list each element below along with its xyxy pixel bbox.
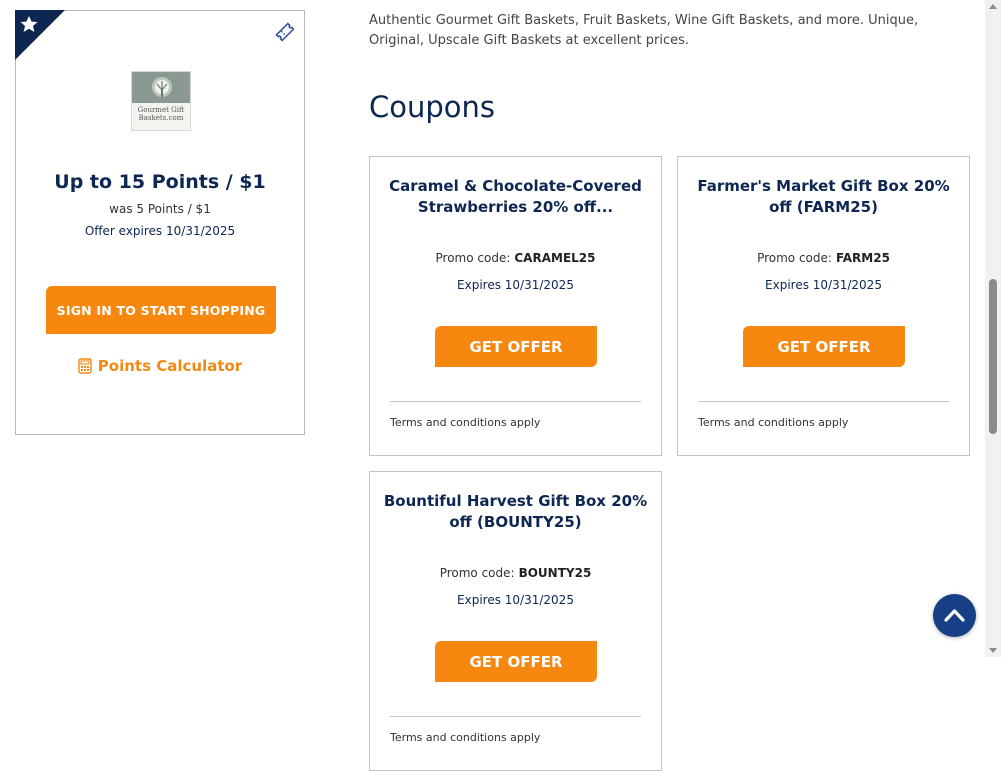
points-title: Up to 15 Points / $1 <box>54 171 266 193</box>
promo-code: Promo code: FARM25 <box>678 251 969 265</box>
get-offer-button[interactable]: GET OFFER <box>435 641 597 682</box>
promo-label: Promo code: <box>439 566 515 580</box>
promo-code: Promo code: CARAMEL25 <box>370 251 661 265</box>
coupon-card: Farmer's Market Gift Box 20% off (FARM25… <box>677 156 970 456</box>
sign-in-button[interactable]: SIGN IN TO START SHOPPING <box>46 286 276 334</box>
promo-code-value: CARAMEL25 <box>514 251 596 265</box>
promo-label: Promo code: <box>435 251 511 265</box>
was-points: was 5 Points / $1 <box>109 202 211 216</box>
points-calculator-label: Points Calculator <box>97 357 243 375</box>
promo-code-value: FARM25 <box>835 251 890 265</box>
coupon-title[interactable]: Farmer's Market Gift Box 20% off (FARM25… <box>690 176 957 218</box>
scrollbar-thumb[interactable] <box>989 279 997 434</box>
divider <box>698 401 949 402</box>
coupon-expires: Expires 10/31/2025 <box>765 278 882 292</box>
get-offer-button[interactable]: GET OFFER <box>743 326 905 367</box>
terms-text[interactable]: Terms and conditions apply <box>390 416 540 429</box>
tree-icon <box>152 77 172 97</box>
back-to-top-button[interactable] <box>933 594 976 637</box>
points-calculator-link[interactable]: Points Calculator <box>16 357 304 375</box>
promo-code: Promo code: BOUNTY25 <box>370 566 661 580</box>
terms-text[interactable]: Terms and conditions apply <box>698 416 848 429</box>
coupons-heading: Coupons <box>369 90 496 124</box>
get-offer-button[interactable]: GET OFFER <box>435 326 597 367</box>
offer-expires: Offer expires 10/31/2025 <box>84 224 236 238</box>
coupon-title[interactable]: Caramel & Chocolate-Covered Strawberries… <box>382 176 649 218</box>
scroll-up-arrow-icon[interactable] <box>989 4 997 9</box>
ticket-icon[interactable] <box>274 21 296 43</box>
promo-label: Promo code: <box>757 251 832 265</box>
coupon-expires: Expires 10/31/2025 <box>457 278 574 292</box>
calculator-icon <box>78 358 92 374</box>
merchant-card: Gourmet Gift Baskets.com Up to 15 Points… <box>15 10 305 435</box>
coupon-expires: Expires 10/31/2025 <box>457 593 574 607</box>
coupon-card: Bountiful Harvest Gift Box 20% off (BOUN… <box>369 471 662 771</box>
divider <box>390 716 641 717</box>
merchant-description: Authentic Gourmet Gift Baskets, Fruit Ba… <box>369 13 919 48</box>
promo-code-value: BOUNTY25 <box>518 566 592 580</box>
divider <box>390 401 641 402</box>
coupon-title[interactable]: Bountiful Harvest Gift Box 20% off (BOUN… <box>382 491 649 533</box>
star-icon <box>15 10 65 60</box>
terms-text[interactable]: Terms and conditions apply <box>390 731 540 744</box>
coupon-card: Caramel & Chocolate-Covered Strawberries… <box>369 156 662 456</box>
scrollbar[interactable] <box>985 0 1001 657</box>
chevron-up-icon <box>944 609 965 622</box>
scroll-down-arrow-icon[interactable] <box>989 648 997 653</box>
logo-text: Gourmet Gift Baskets.com <box>132 103 190 130</box>
merchant-logo: Gourmet Gift Baskets.com <box>131 71 191 131</box>
